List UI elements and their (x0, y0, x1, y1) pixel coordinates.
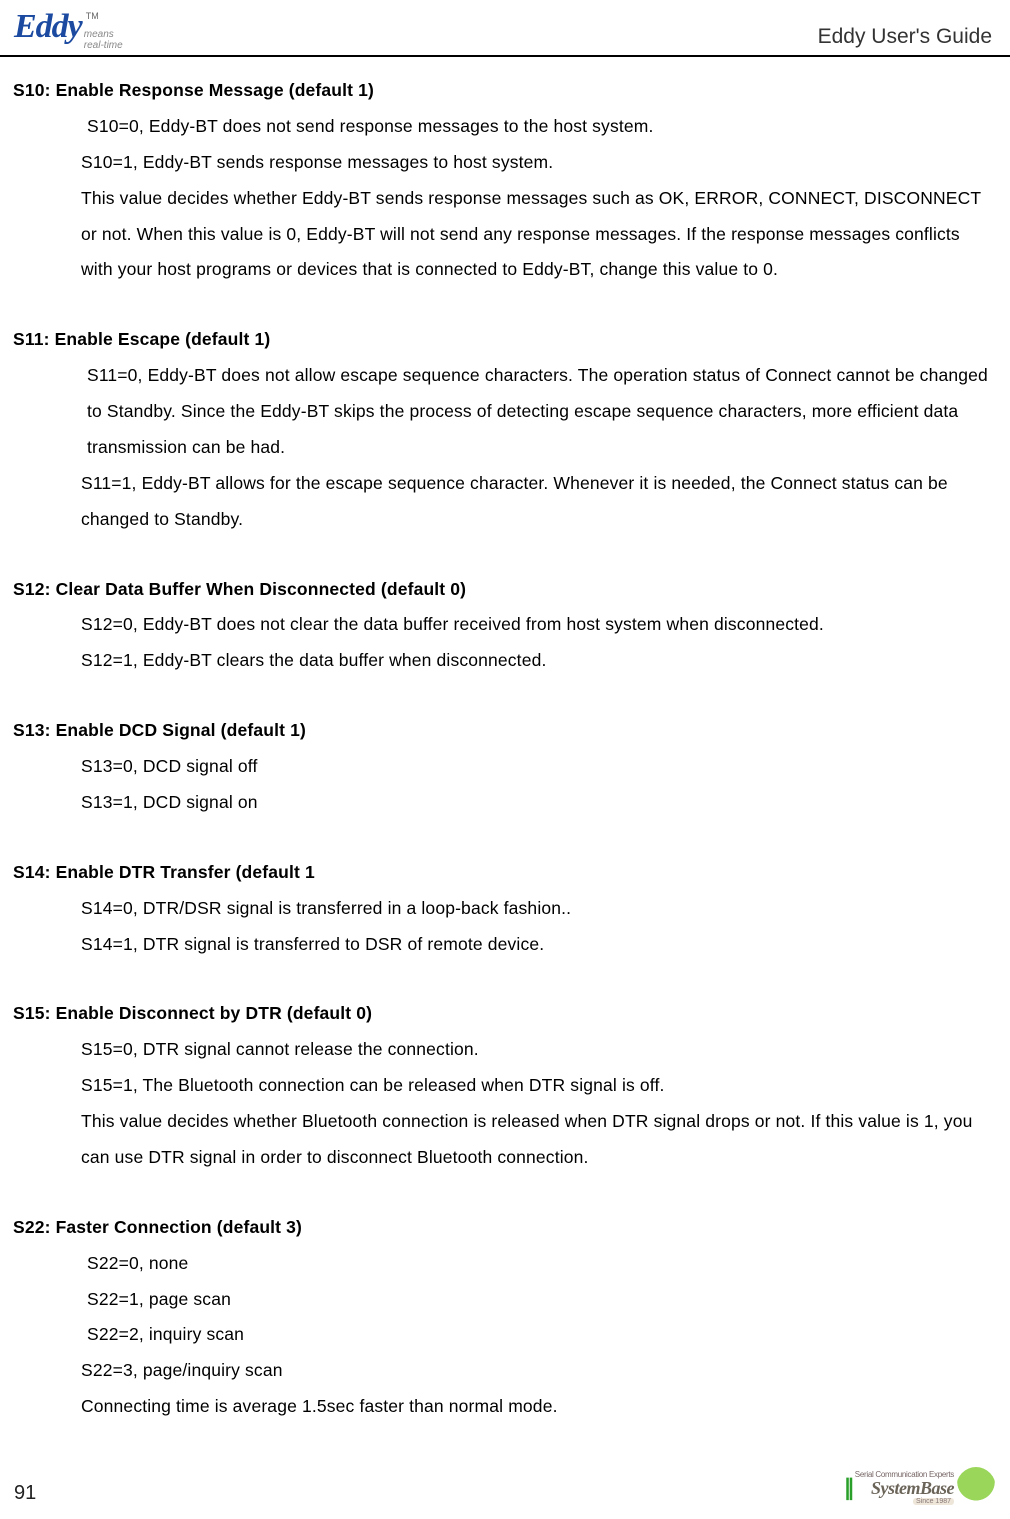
section-s11: S11: Enable Escape (default 1) S11=0, Ed… (13, 322, 992, 537)
logo-text: Eddy (14, 8, 82, 46)
s10-p1: S10=0, Eddy-BT does not send response me… (13, 109, 992, 145)
section-s12: S12: Clear Data Buffer When Disconnected… (13, 572, 992, 680)
s10-p3: This value decides whether Eddy-BT sends… (13, 181, 992, 289)
section-s10: S10: Enable Response Message (default 1)… (13, 73, 992, 288)
logo-tm: TM (86, 11, 123, 21)
s10-p2: S10=1, Eddy-BT sends response messages t… (13, 145, 992, 181)
s22-p2: S22=1, page scan (13, 1282, 992, 1318)
logo-tagline: means real-time (84, 29, 123, 51)
s15-p3: This value decides whether Bluetooth con… (13, 1104, 992, 1176)
page-content: S10: Enable Response Message (default 1)… (0, 73, 1010, 1425)
s11-heading: S11: Enable Escape (default 1) (13, 322, 992, 358)
s15-heading: S15: Enable Disconnect by DTR (default 0… (13, 996, 992, 1032)
s12-p2: S12=1, Eddy-BT clears the data buffer wh… (13, 643, 992, 679)
s12-p1: S12=0, Eddy-BT does not clear the data b… (13, 607, 992, 643)
s22-p3: S22=2, inquiry scan (13, 1317, 992, 1353)
section-s22: S22: Faster Connection (default 3) S22=0… (13, 1210, 992, 1425)
s14-heading: S14: Enable DTR Transfer (default 1 (13, 855, 992, 891)
s11-p2: S11=1, Eddy-BT allows for the escape seq… (13, 466, 992, 538)
page-footer: 91 ∥ Serial Communication Experts System… (0, 1482, 1010, 1505)
s12-heading: S12: Clear Data Buffer When Disconnected… (13, 572, 992, 608)
s22-p5: Connecting time is average 1.5sec faster… (13, 1389, 992, 1425)
s13-heading: S13: Enable DCD Signal (default 1) (13, 713, 992, 749)
doc-title: Eddy User's Guide (818, 25, 992, 51)
leaf-icon: ∥ (844, 1475, 855, 1501)
logo: Eddy TM means real-time (14, 8, 123, 51)
s11-p1: S11=0, Eddy-BT does not allow escape seq… (13, 358, 992, 466)
frog-icon (956, 1467, 996, 1509)
section-s13: S13: Enable DCD Signal (default 1) S13=0… (13, 713, 992, 821)
section-s14: S14: Enable DTR Transfer (default 1 S14=… (13, 855, 992, 963)
s22-p1: S22=0, none (13, 1246, 992, 1282)
page-header: Eddy TM means real-time Eddy User's Guid… (0, 0, 1010, 57)
logo-meta: TM means real-time (86, 8, 123, 51)
footer-brand-block: Serial Communication Experts SystemBase … (855, 1471, 954, 1505)
footer-brand: SystemBase (871, 1479, 954, 1497)
s22-p4: S22=3, page/inquiry scan (13, 1353, 992, 1389)
s13-p2: S13=1, DCD signal on (13, 785, 992, 821)
s14-p2: S14=1, DTR signal is transferred to DSR … (13, 927, 992, 963)
s15-p1: S15=0, DTR signal cannot release the con… (13, 1032, 992, 1068)
s10-heading: S10: Enable Response Message (default 1) (13, 73, 992, 109)
s15-p2: S15=1, The Bluetooth connection can be r… (13, 1068, 992, 1104)
footer-since: Since 1987 (913, 1498, 954, 1505)
footer-logo: ∥ Serial Communication Experts SystemBas… (844, 1467, 996, 1509)
s14-p1: S14=0, DTR/DSR signal is transferred in … (13, 891, 992, 927)
s22-heading: S22: Faster Connection (default 3) (13, 1210, 992, 1246)
section-s15: S15: Enable Disconnect by DTR (default 0… (13, 996, 992, 1175)
s13-p1: S13=0, DCD signal off (13, 749, 992, 785)
